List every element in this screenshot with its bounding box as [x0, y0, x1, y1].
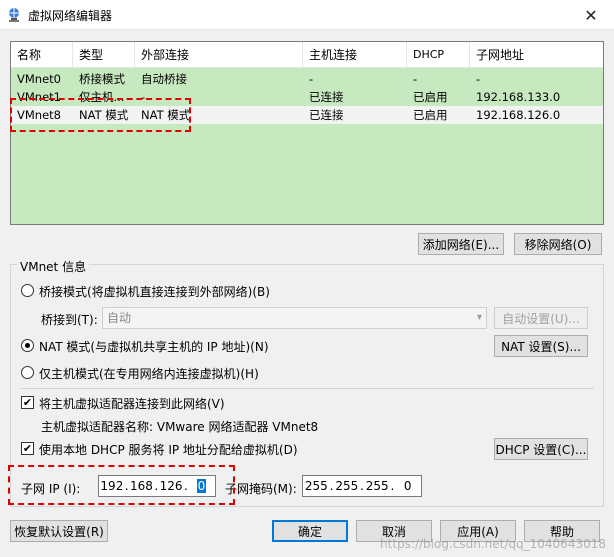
col-header-dhcp[interactable]: DHCP — [407, 42, 470, 68]
col-header-external[interactable]: 外部连接 — [135, 42, 303, 68]
network-globe-icon — [9, 8, 19, 22]
col-header-subnet[interactable]: 子网地址 — [470, 42, 603, 68]
chevron-down-icon: ▾ — [476, 312, 482, 323]
connect-adapter-checkbox[interactable]: ✔ — [21, 396, 34, 409]
subnet-mask-label: 子网掩码(M): — [225, 482, 297, 496]
subnet-mask-input[interactable]: 255. 255. 255. 0 — [302, 475, 422, 497]
auto-settings-button: 自动设置(U)... — [494, 307, 588, 329]
highlight-vmnet8-annotation — [10, 98, 191, 132]
col-header-type[interactable]: 类型 — [73, 42, 135, 68]
table-row[interactable]: VMnet0 桥接模式 自动桥接 - - - — [11, 70, 603, 88]
cell-subnet: - — [476, 72, 481, 86]
divider — [20, 388, 594, 389]
cell-dhcp: 已启用 — [413, 90, 448, 104]
use-dhcp-checkbox[interactable]: ✔ — [21, 442, 34, 455]
cell-type: 桥接模式 — [79, 72, 125, 86]
nat-mode-label[interactable]: NAT 模式(与虚拟机共享主机的 IP 地址)(N) — [39, 338, 269, 355]
subnet-mask-octet[interactable]: 255 — [333, 479, 360, 493]
cell-dhcp: - — [413, 72, 418, 86]
vmnet-info-label: VMnet 信息 — [17, 258, 90, 275]
subnet-mask-octet[interactable]: 255 — [364, 479, 391, 493]
subnet-mask-octet[interactable]: 0 — [394, 479, 421, 493]
nat-settings-button[interactable]: NAT 设置(S)... — [494, 335, 588, 357]
add-network-button[interactable]: 添加网络(E)... — [418, 233, 504, 255]
nat-mode-radio[interactable] — [21, 339, 34, 352]
cell-host: 已连接 — [309, 90, 344, 104]
cell-subnet: 192.168.126.0 — [476, 108, 561, 122]
cell-host: - — [309, 72, 314, 86]
highlight-subnet-ip-annotation — [8, 465, 235, 505]
title-bar: 虚拟网络编辑器 ✕ — [0, 0, 614, 30]
bridge-to-label: 桥接到(T): — [41, 313, 98, 327]
window-title: 虚拟网络编辑器 — [28, 9, 113, 23]
list-header: 名称 类型 外部连接 主机连接 DHCP 子网地址 — [11, 42, 603, 68]
cell-name: VMnet0 — [17, 72, 61, 86]
ok-button[interactable]: 确定 — [272, 520, 348, 542]
use-dhcp-label[interactable]: 使用本地 DHCP 服务将 IP 地址分配给虚拟机(D) — [39, 441, 298, 458]
dhcp-settings-button[interactable]: DHCP 设置(C)... — [494, 438, 588, 460]
col-header-name[interactable]: 名称 — [11, 42, 73, 68]
bridge-to-value: 自动 — [107, 311, 132, 325]
subnet-mask-octet[interactable]: 255 — [303, 479, 330, 493]
cell-dhcp: 已启用 — [413, 108, 448, 122]
bridge-mode-radio[interactable] — [21, 284, 34, 297]
bridge-to-select: 自动 ▾ — [102, 307, 487, 329]
host-only-mode-label[interactable]: 仅主机模式(在专用网络内连接虚拟机)(H) — [39, 365, 259, 382]
host-only-mode-radio[interactable] — [21, 366, 34, 379]
adapter-name-text: 主机虚拟适配器名称: VMware 网络适配器 VMnet8 — [41, 420, 319, 434]
connect-adapter-label[interactable]: 将主机虚拟适配器连接到此网络(V) — [39, 395, 225, 412]
watermark-text: https://blog.csdn.net/qq_1040643018 — [380, 537, 606, 551]
remove-network-button[interactable]: 移除网络(O) — [514, 233, 602, 255]
cell-host: 已连接 — [309, 108, 344, 122]
network-list[interactable]: 名称 类型 外部连接 主机连接 DHCP 子网地址 VMnet0 桥接模式 自动… — [10, 41, 604, 225]
restore-defaults-button[interactable]: 恢复默认设置(R) — [10, 520, 108, 542]
cell-external: 自动桥接 — [141, 72, 187, 86]
col-header-host[interactable]: 主机连接 — [303, 42, 407, 68]
bridge-mode-label[interactable]: 桥接模式(将虚拟机直接连接到外部网络)(B) — [39, 283, 270, 300]
close-icon[interactable]: ✕ — [568, 0, 614, 30]
cell-subnet: 192.168.133.0 — [476, 90, 561, 104]
